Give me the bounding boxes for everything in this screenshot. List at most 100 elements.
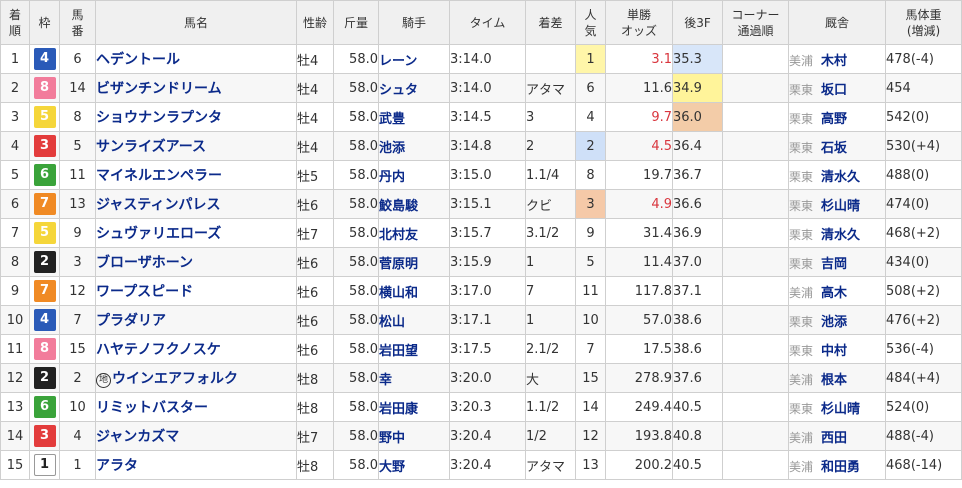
- horse-name-link[interactable]: ヘデントール: [97, 52, 181, 68]
- result-rows: 1 4 6 ヘデントール 牡4 58.0 レーン 3:14.0 1 3.1 35.3 美浦 木村 478(…: [0, 44, 962, 480]
- trainer-link[interactable]: 清水久: [821, 170, 860, 185]
- trainer-link[interactable]: 根本: [821, 373, 847, 388]
- jockey-link[interactable]: 横山和: [380, 286, 419, 301]
- rank-cell: 3: [0, 102, 30, 132]
- header-waku[interactable]: 枠: [29, 0, 60, 45]
- trainer-link[interactable]: 高木: [821, 286, 847, 301]
- jockey-link[interactable]: 菅原明: [380, 257, 419, 272]
- header-last3f[interactable]: 後3F: [672, 0, 723, 45]
- trainer-link[interactable]: 清水久: [821, 228, 860, 243]
- horse-name-link[interactable]: ワープスピード: [97, 284, 194, 300]
- header-corner[interactable]: コーナー 通過順: [722, 0, 789, 45]
- sexage-cell: 牡6: [296, 305, 334, 335]
- header-popularity[interactable]: 人気: [575, 0, 606, 45]
- trainer-link[interactable]: 吉岡: [821, 257, 847, 272]
- umaban-cell: 7: [59, 305, 96, 335]
- trainer-link[interactable]: 石坂: [821, 141, 847, 156]
- horse-name-cell: サンライズアース: [95, 131, 297, 161]
- trainer-region: 栗東: [789, 111, 814, 126]
- trainer-link[interactable]: 西田: [821, 431, 847, 446]
- horse-name-link[interactable]: シュヴァリエローズ: [97, 226, 222, 242]
- time-cell: 3:14.0: [449, 44, 526, 74]
- jockey-link[interactable]: 松山: [380, 315, 406, 330]
- table-row[interactable]: 4 3 5 サンライズアース 牡4 58.0 池添 3:14.8 2 2 4.5 36.4 栗東 石坂 53…: [0, 131, 962, 161]
- trainer-link[interactable]: 池添: [821, 315, 847, 330]
- corner-cell: [722, 189, 789, 219]
- table-row[interactable]: 11 8 15 ハヤテノフクノスケ 牡6 58.0 岩田望 3:17.5 2.1/2 7 17.5 3…: [0, 334, 962, 364]
- table-row[interactable]: 6 7 13 ジャスティンパレス 牡6 58.0 鮫島駿 3:15.1 クビ 3 4.9 36.6 栗東…: [0, 189, 962, 219]
- header-rank[interactable]: 着順: [0, 0, 30, 45]
- header-body-weight[interactable]: 馬体重 (増減): [885, 0, 962, 45]
- header-weight[interactable]: 斤量: [333, 0, 379, 45]
- jockey-link[interactable]: 鮫島駿: [380, 199, 419, 214]
- horse-name-link[interactable]: サンライズアース: [97, 139, 207, 155]
- umaban-cell: 14: [59, 73, 96, 103]
- horse-name-link[interactable]: ジャスティンパレス: [97, 197, 221, 213]
- table-row[interactable]: 12 2 2 地ウインエアフォルク 牡8 58.0 幸 3:20.0 大 15 278.9 37.6 美…: [0, 363, 962, 393]
- horse-name-link[interactable]: マイネルエンペラー: [97, 168, 223, 184]
- header-margin[interactable]: 着差: [525, 0, 576, 45]
- jockey-link[interactable]: シュタ: [380, 83, 419, 98]
- jockey-link[interactable]: 丹内: [380, 170, 406, 185]
- table-row[interactable]: 7 5 9 シュヴァリエローズ 牡7 58.0 北村友 3:15.7 3.1/2 9 31.4 36.…: [0, 218, 962, 248]
- waku-badge: 5: [33, 222, 56, 244]
- margin-cell: 1: [525, 305, 576, 335]
- jockey-link[interactable]: 大野: [380, 460, 406, 475]
- table-row[interactable]: 2 8 14 ビザンチンドリーム 牡4 58.0 シュタ 3:14.0 アタマ 6 11.6 34.9…: [0, 73, 962, 103]
- header-trainer[interactable]: 厩舎: [788, 0, 886, 45]
- jockey-link[interactable]: レーン: [380, 54, 418, 69]
- rank-cell: 12: [0, 363, 30, 393]
- horse-name-link[interactable]: リミットバスター: [97, 400, 209, 416]
- jockey-link[interactable]: 武豊: [380, 112, 406, 127]
- horse-name-link[interactable]: ハヤテノフクノスケ: [97, 342, 221, 358]
- jockey-link[interactable]: 幸: [380, 373, 393, 388]
- rank-cell: 13: [0, 392, 30, 422]
- table-row[interactable]: 5 6 11 マイネルエンペラー 牡5 58.0 丹内 3:15.0 1.1/4 8 19.7 36.…: [0, 160, 962, 190]
- trainer-link[interactable]: 中村: [821, 344, 847, 359]
- jockey-link[interactable]: 岩田望: [380, 344, 419, 359]
- trainer-link[interactable]: 木村: [821, 54, 847, 69]
- header-sexage[interactable]: 性齢: [296, 0, 334, 45]
- odds-cell: 200.2: [605, 450, 673, 480]
- header-jockey[interactable]: 騎手: [378, 0, 450, 45]
- jockey-link[interactable]: 岩田康: [380, 402, 419, 417]
- jockey-link[interactable]: 北村友: [380, 228, 419, 243]
- header-horse[interactable]: 馬名: [95, 0, 297, 45]
- rank-cell: 9: [0, 276, 30, 306]
- horse-name-link[interactable]: ショウナンラプンタ: [97, 110, 223, 126]
- last3f-cell: 40.5: [672, 392, 723, 422]
- table-row[interactable]: 8 2 3 ブローザホーン 牡6 58.0 菅原明 3:15.9 1 5 11.4 37.0 栗東 吉岡 4…: [0, 247, 962, 277]
- table-row[interactable]: 1 4 6 ヘデントール 牡4 58.0 レーン 3:14.0 1 3.1 35.3 美浦 木村 478(…: [0, 44, 962, 74]
- body-weight-cell: 474(0): [885, 189, 962, 219]
- table-row[interactable]: 15 1 1 アラタ 牡8 58.0 大野 3:20.4 アタマ 13 200.2 40.5 美浦 和田勇…: [0, 450, 962, 480]
- trainer-link[interactable]: 和田勇: [821, 460, 860, 475]
- odds-cell: 278.9: [605, 363, 673, 393]
- table-row[interactable]: 3 5 8 ショウナンラプンタ 牡4 58.0 武豊 3:14.5 3 4 9.7 36.0 栗東 高野 5…: [0, 102, 962, 132]
- table-row[interactable]: 10 4 7 プラダリア 牡6 58.0 松山 3:17.1 1 10 57.0 38.6 栗東 池添 47…: [0, 305, 962, 335]
- trainer-region: 美浦: [789, 53, 814, 68]
- jockey-link[interactable]: 野中: [380, 431, 406, 446]
- horse-name-link[interactable]: プラダリア: [97, 313, 167, 329]
- horse-name-link[interactable]: ジャンカズマ: [97, 429, 180, 445]
- horse-name-link[interactable]: ブローザホーン: [97, 255, 194, 271]
- body-weight-cell: 434(0): [885, 247, 962, 277]
- table-row[interactable]: 14 3 4 ジャンカズマ 牡7 58.0 野中 3:20.4 1/2 12 193.8 40.8 美浦…: [0, 421, 962, 451]
- jockey-link[interactable]: 池添: [380, 141, 406, 156]
- header-time[interactable]: タイム: [449, 0, 526, 45]
- trainer-region: 栗東: [789, 343, 814, 358]
- table-row[interactable]: 9 7 12 ワープスピード 牡6 58.0 横山和 3:17.0 7 11 117.8 37.1 美浦…: [0, 276, 962, 306]
- odds-cell: 9.7: [605, 102, 673, 132]
- horse-name-link[interactable]: アラタ: [97, 458, 139, 474]
- horse-name-link[interactable]: ウインエアフォルク: [112, 371, 238, 387]
- header-odds[interactable]: 単勝 オッズ: [605, 0, 673, 45]
- trainer-link[interactable]: 坂口: [821, 83, 847, 98]
- popularity-cell: 9: [575, 218, 606, 248]
- trainer-link[interactable]: 高野: [821, 112, 847, 127]
- trainer-link[interactable]: 杉山晴: [821, 402, 860, 417]
- trainer-link[interactable]: 杉山晴: [821, 199, 860, 214]
- horse-name-link[interactable]: ビザンチンドリーム: [97, 81, 222, 97]
- header-row: 着順 枠 馬番 馬名 性齢 斤量 騎手 タイム 着差 人気 単勝 オッズ 後3F …: [0, 0, 962, 45]
- header-umaban[interactable]: 馬番: [59, 0, 96, 45]
- jockey-cell: 池添: [378, 131, 450, 161]
- table-row[interactable]: 13 6 10 リミットバスター 牡8 58.0 岩田康 3:20.3 1.1/2 14 249.4…: [0, 392, 962, 422]
